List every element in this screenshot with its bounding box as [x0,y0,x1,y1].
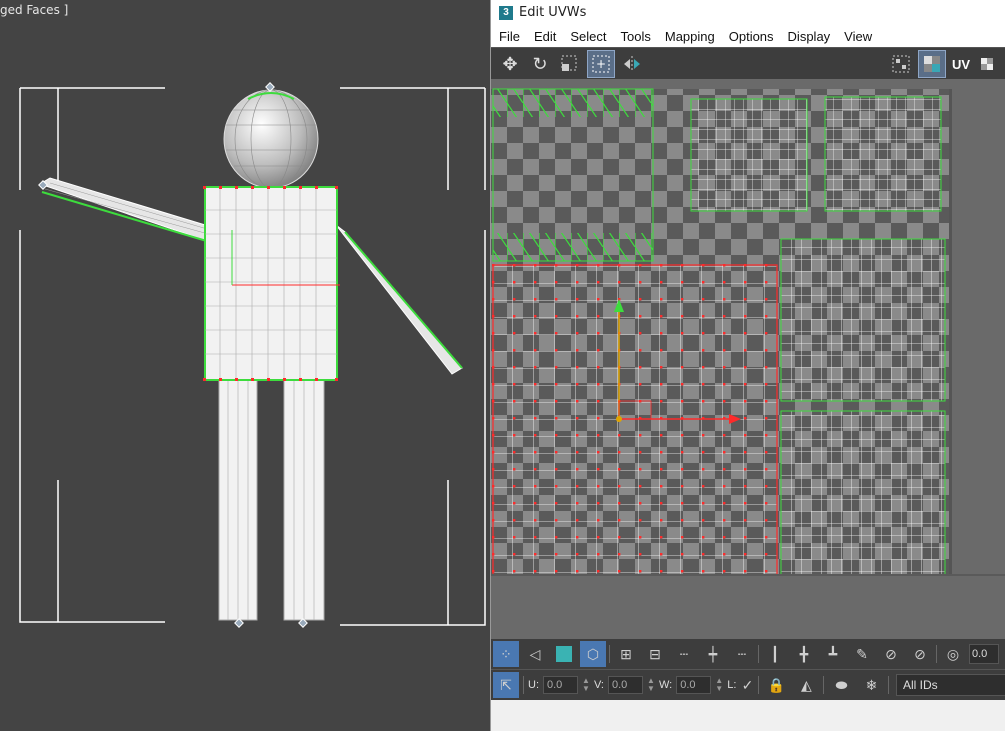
uv-editor-canvas[interactable] [491,79,1005,639]
l-label: L: [727,679,737,691]
freeze-icon[interactable]: ❄ [858,672,884,698]
menu-bar: File Edit Select Tools Mapping Options D… [491,25,1005,47]
u-input[interactable]: 0.0 [543,676,578,694]
u-spinner-icon[interactable]: ▲ ▼ [582,677,590,693]
lock-icon[interactable]: 🔒 [763,672,789,698]
grow-select-icon[interactable]: ⊞ [613,641,639,667]
menu-tools[interactable]: Tools [621,29,651,44]
loop-shrink-icon[interactable]: ╋ [791,641,817,667]
menu-display[interactable]: Display [788,29,831,44]
top-toolbar: ✥ ↻ + UV [491,47,1005,80]
figure-mesh [19,82,486,628]
material-ids-dropdown[interactable]: All IDs [896,674,1005,696]
uv-axis-label[interactable]: UV [952,57,970,72]
checker-pattern-icon[interactable] [917,50,946,78]
move-icon[interactable]: ✥ [497,51,523,77]
paint-select-icon[interactable]: ✎ [849,641,875,667]
edge-mode-icon[interactable]: ◁ [522,641,548,667]
menu-edit[interactable]: Edit [534,29,556,44]
w-input[interactable]: 0.0 [676,676,712,694]
paint-shrink-icon[interactable]: ⊘ [907,641,933,667]
hide-icon[interactable]: ◭ [793,672,819,698]
ring-grow-icon[interactable]: ┿ [700,641,726,667]
w-spinner-icon[interactable]: ▲ ▼ [715,677,723,693]
element-mode-icon[interactable]: ⬡ [580,641,606,667]
edit-uvws-window: 3 Edit UVWs File Edit Select Tools Mappi… [490,0,1005,731]
scale-icon[interactable] [557,51,583,77]
vertex-mode-icon[interactable]: ⁘ [493,641,519,667]
loop-grow-icon[interactable]: ┃ [762,641,788,667]
texture-icon[interactable] [974,51,1000,77]
soft-select-icon[interactable]: ◎ [940,641,966,667]
loop-select-icon[interactable]: ┄ [729,641,755,667]
menu-file[interactable]: File [499,29,520,44]
loop-stop-icon[interactable]: ┻ [820,641,846,667]
w-label: W: [659,679,673,691]
menu-view[interactable]: View [844,29,872,44]
window-title: Edit UVWs [519,5,587,20]
menu-mapping[interactable]: Mapping [665,29,715,44]
svg-text:+: + [596,57,606,71]
checker-grid-icon[interactable] [888,51,914,77]
mirror-icon[interactable] [619,51,645,77]
l-checkbox[interactable]: ✓ [740,672,754,698]
ring-select-icon[interactable]: ┄ [671,641,697,667]
freeform-mode-icon[interactable]: + [587,50,615,78]
3d-viewport[interactable]: ged Faces ] [0,0,490,731]
app-icon: 3 [499,5,513,20]
u-label: U: [528,679,539,691]
v-label: V: [594,679,604,691]
paint-grow-icon[interactable]: ⊘ [878,641,904,667]
selection-toolbar: ⁘ ◁ ⬡ ⊞ ⊟ ┄ ┿ ┄ ┃ ╋ ┻ ✎ ⊘ ⊘ ◎ 0.0 [491,639,1005,669]
v-input[interactable]: 0.0 [608,676,643,694]
show-icon[interactable]: ⬬ [828,672,854,698]
menu-select[interactable]: Select [570,29,606,44]
menu-options[interactable]: Options [729,29,774,44]
shrink-select-icon[interactable]: ⊟ [642,641,668,667]
transform-toolbar: ⇱ U: 0.0 ▲ ▼ V: 0.0 ▲ ▼ W: 0.0 ▲ ▼ L: ✓ 🔒 ◭… [491,669,1005,700]
absolute-mode-icon[interactable]: ⇱ [493,672,519,698]
window-titlebar[interactable]: 3 Edit UVWs [491,0,1005,25]
rotate-icon[interactable]: ↻ [527,51,553,77]
v-spinner-icon[interactable]: ▲ ▼ [647,677,655,693]
face-mode-icon[interactable] [551,641,577,667]
soft-select-value[interactable]: 0.0 [969,644,999,664]
